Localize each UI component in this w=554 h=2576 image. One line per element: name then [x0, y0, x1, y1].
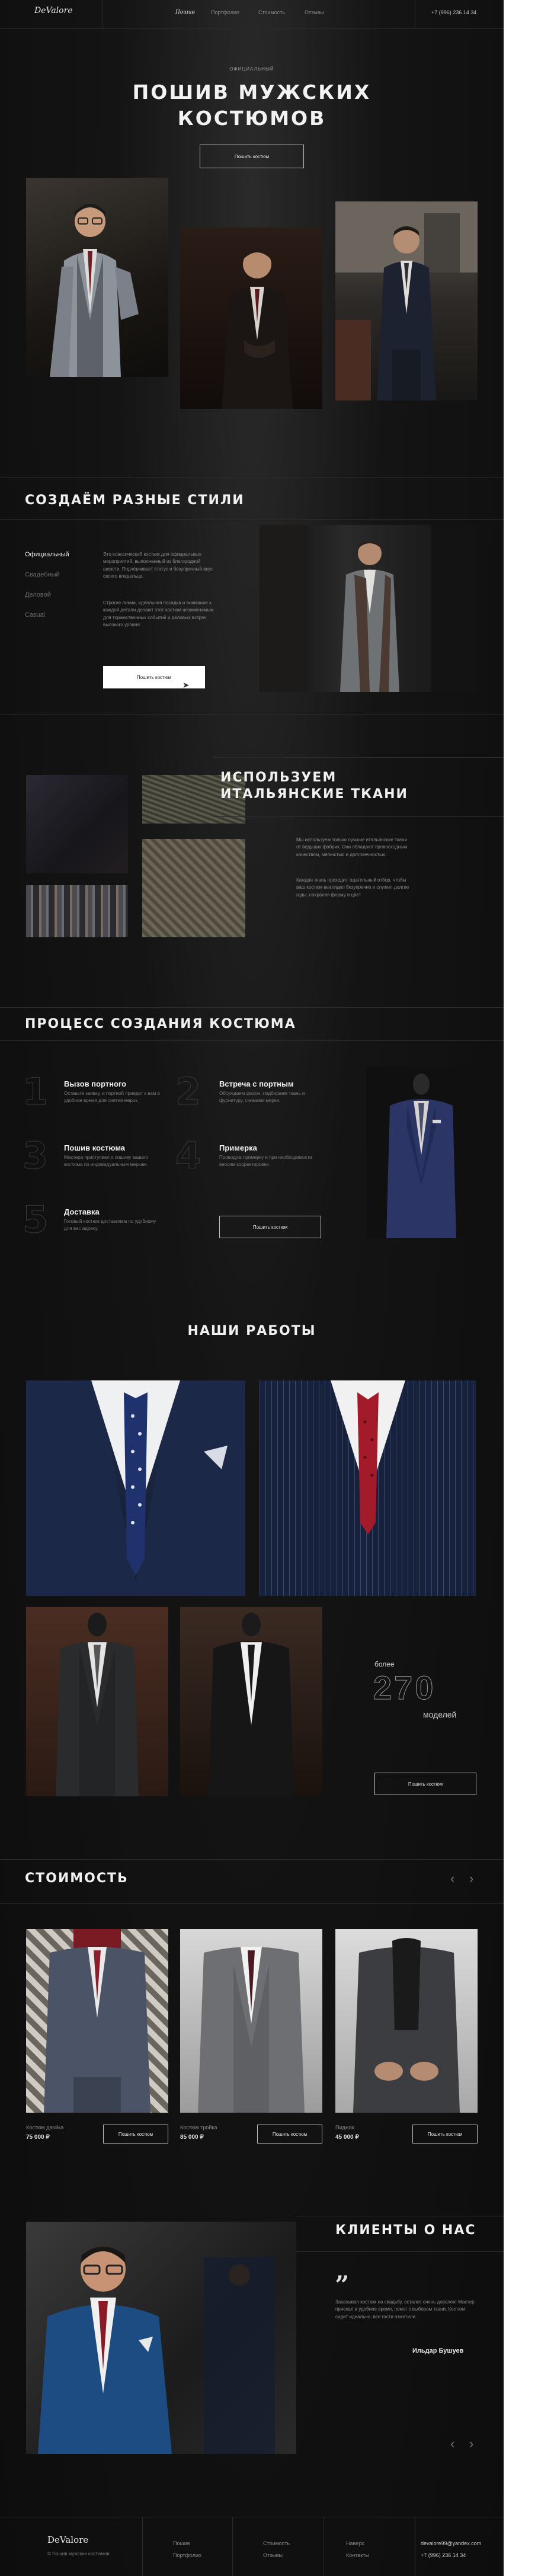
style-tab-casual[interactable]: Casual	[25, 611, 45, 619]
step-desc-3: Мастера приступают к пошиву вашего костю…	[64, 1155, 149, 1167]
pricing-prev-arrow-icon[interactable]: ‹	[450, 1871, 454, 1886]
price-value-2: 85 000 ₽	[180, 2134, 204, 2141]
review-prev-arrow-icon[interactable]: ‹	[450, 2436, 454, 2452]
pricing-title: СТОИМОСТЬ	[25, 1871, 129, 1886]
price-value-1: 75 000 ₽	[26, 2134, 50, 2141]
nav-item-pricing[interactable]: Стоимость	[258, 9, 285, 15]
price-value-3: 45 000 ₽	[335, 2134, 359, 2141]
step-title-2: Встреча с портным	[219, 1079, 294, 1088]
fabrics-title-line1: ИСПОЛЬЗУЕМ	[220, 770, 337, 785]
price-name-2: Костюм тройка	[180, 2125, 217, 2130]
price-name-3: Пиджак	[335, 2125, 354, 2130]
price-order-button-1[interactable]: Пошить костюм	[103, 2125, 168, 2144]
pricing-photo-2	[180, 1929, 322, 2113]
review-next-arrow-icon[interactable]: ›	[469, 2436, 473, 2452]
work-photo-2	[260, 1380, 476, 1596]
works-order-button[interactable]: Пошить костюм	[374, 1773, 476, 1795]
step-number-1: 1	[22, 1070, 49, 1114]
works-count: 270	[373, 1669, 436, 1707]
footer-link-reviews[interactable]: Отзывы	[263, 2552, 283, 2558]
works-count-prefix: более	[374, 1660, 395, 1668]
style-tab-formal[interactable]: Официальный	[25, 551, 69, 558]
fabric-swatch-1	[26, 775, 128, 873]
nav-item-tailoring[interactable]: Пошив	[175, 9, 195, 15]
hero-title-line2: КОСТЮМОВ	[177, 107, 326, 130]
step-desc-4: Проводим примерку и при необходимости вн…	[219, 1155, 312, 1167]
step-desc-1: Оставьте заявку, и портной приедет к вам…	[64, 1091, 160, 1103]
footer-link-pricing[interactable]: Стоимость	[263, 2540, 290, 2546]
pricing-photo-3	[335, 1929, 478, 2113]
footer-link-top[interactable]: Наверх	[346, 2540, 364, 2546]
nav-item-portfolio[interactable]: Портфолио	[211, 9, 239, 15]
step-title-1: Вызов портного	[64, 1079, 127, 1088]
price-order-button-2[interactable]: Пошить костюм	[257, 2125, 322, 2144]
styles-title: СОЗДАЁМ РАЗНЫЕ СТИЛИ	[25, 493, 245, 508]
style-tab-wedding[interactable]: Свадебный	[25, 571, 60, 578]
nav-item-reviews[interactable]: Отзывы	[305, 9, 324, 15]
hero-eyebrow: ОФИЦИАЛЬНЫЙ	[229, 66, 274, 72]
process-suit-photo	[366, 1066, 476, 1238]
step-number-5: 5	[22, 1198, 49, 1242]
footer-email[interactable]: devalore99@yandex.com	[421, 2540, 481, 2546]
styles-paragraph-2: Строгие линии, идеальная посадка и внима…	[103, 600, 214, 628]
step-desc-5: Готовый костюм доставляем по удобному дл…	[64, 1219, 156, 1231]
cursor-icon: ➤	[182, 680, 190, 690]
step-title-5: Доставка	[64, 1207, 100, 1216]
step-number-4: 4	[175, 1134, 201, 1178]
styles-order-button[interactable]: Пошить костюм	[103, 666, 205, 688]
review-text: Заказывал костюм на свадьбу, остался оче…	[335, 2299, 475, 2319]
footer-link-contacts[interactable]: Контакты	[346, 2552, 369, 2558]
review-author: Ильдар Бушуев	[412, 2347, 464, 2354]
hero-photo-1	[26, 178, 168, 377]
logo[interactable]: DeValore	[34, 6, 73, 15]
fabrics-title-line2: ИТАЛЬЯНСКИЕ ТКАНИ	[220, 787, 408, 802]
styles-photo	[260, 525, 476, 692]
step-number-3: 3	[22, 1134, 49, 1178]
quote-mark-icon: „	[335, 2256, 350, 2285]
review-photo	[26, 2222, 296, 2454]
price-order-button-3[interactable]: Пошить костюм	[412, 2125, 478, 2144]
process-title: ПРОЦЕСС СОЗДАНИЯ КОСТЮМА	[25, 1017, 296, 1031]
hero-photo-2	[180, 228, 322, 409]
footer-link-tailoring[interactable]: Пошив	[173, 2540, 190, 2546]
footer-link-portfolio[interactable]: Портфолио	[173, 2552, 201, 2558]
page: DeValore Пошив Портфолио Стоимость Отзыв…	[0, 0, 504, 2576]
styles-paragraph-1: Это классический костюм для официальных …	[103, 552, 213, 579]
work-photo-1	[26, 1380, 245, 1596]
process-order-button[interactable]: Пошить костюм	[219, 1216, 321, 1238]
header-phone[interactable]: +7 (996) 236 14 34	[431, 9, 476, 15]
style-tab-business[interactable]: Деловой	[25, 591, 51, 598]
works-title: НАШИ РАБОТЫ	[187, 1324, 316, 1338]
footer-logo[interactable]: DeValore	[47, 2535, 88, 2545]
fabric-swatch-4	[142, 839, 245, 937]
hero-title-line1: ПОШИВ МУЖСКИХ	[132, 81, 372, 104]
work-photo-4	[180, 1607, 322, 1796]
footer-phone[interactable]: +7 (996) 236 14 34	[421, 2552, 466, 2558]
pricing-photo-1	[26, 1929, 168, 2113]
pricing-next-arrow-icon[interactable]: ›	[469, 1871, 473, 1886]
fabrics-paragraph-2: Каждая ткань проходит тщательный отбор, …	[296, 877, 409, 898]
work-photo-3	[26, 1607, 168, 1796]
fabric-swatch-3	[26, 885, 128, 937]
fabrics-paragraph-1: Мы используем только лучшие итальянские …	[296, 837, 408, 857]
price-name-1: Костюм двойка	[26, 2125, 64, 2130]
step-title-3: Пошив костюма	[64, 1143, 126, 1152]
hero-order-button[interactable]: Пошить костюм	[200, 145, 304, 168]
reviews-title: КЛИЕНТЫ О НАС	[335, 2223, 476, 2238]
step-title-4: Примерка	[219, 1143, 257, 1152]
step-desc-2: Обсуждаем фасон, подбираем ткань и фурни…	[219, 1091, 305, 1103]
step-number-2: 2	[175, 1070, 201, 1114]
hero-photo-3	[335, 201, 478, 401]
footer-tagline: © Пошив мужских костюмов	[47, 2551, 110, 2556]
works-count-suffix: моделей	[423, 1710, 457, 1719]
